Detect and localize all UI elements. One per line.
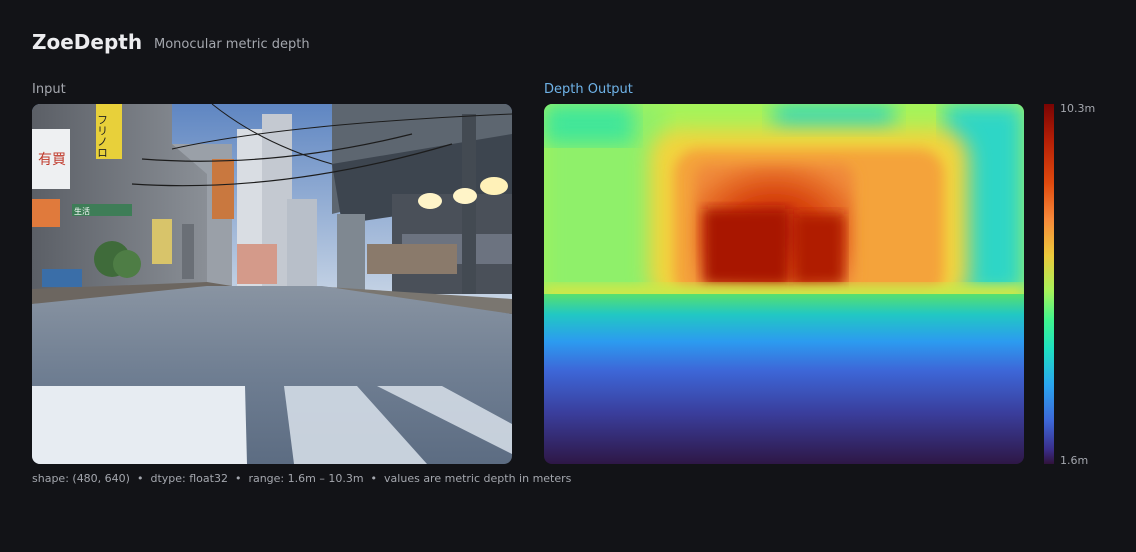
left-sign-text: 有買 <box>38 152 66 168</box>
depth-output-image <box>544 104 1024 464</box>
range-info: range: 1.6m – 10.3m <box>248 472 364 485</box>
dtype-info: dtype: float32 <box>150 472 228 485</box>
vertical-sign-text: フリノロ <box>96 114 109 158</box>
input-image: 有買 フリノロ 生活 <box>32 104 512 464</box>
units-note: values are metric depth in meters <box>384 472 572 485</box>
tensor-info: shape: (480, 640) • dtype: float32 • range: … <box>32 472 571 485</box>
colorbar-max-label: 10.3m <box>1060 102 1096 115</box>
separator: • <box>370 472 378 485</box>
depth-output-label: Depth Output <box>544 82 633 97</box>
green-sign-text: 生活 <box>74 206 90 216</box>
depth-colorbar <box>1044 104 1054 464</box>
colorbar-min-label: 1.6m <box>1060 454 1089 467</box>
separator: • <box>234 472 242 485</box>
input-label: Input <box>32 82 66 97</box>
app-subtitle: Monocular metric depth <box>154 37 310 52</box>
separator: • <box>136 472 144 485</box>
shape-info: shape: (480, 640) <box>32 472 130 485</box>
app-title: ZoeDepth <box>32 30 143 54</box>
page: ZoeDepth Monocular metric depth Input De… <box>0 0 1136 552</box>
